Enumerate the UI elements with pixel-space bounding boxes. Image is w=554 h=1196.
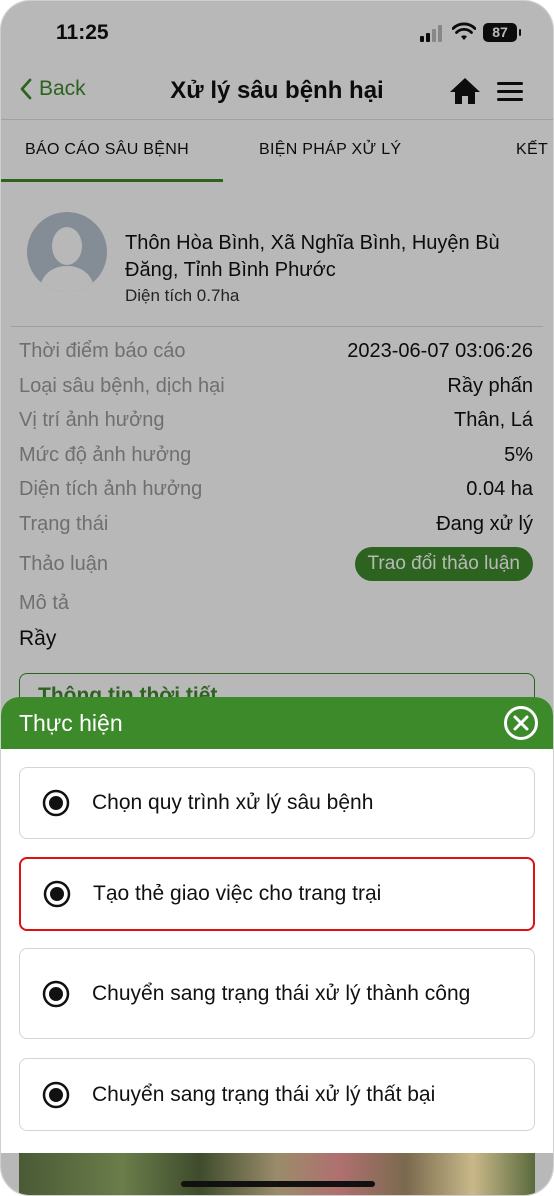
crop-photo [19, 1151, 535, 1195]
option-label: Chuyển sang trạng thái xử lý thành công [92, 981, 471, 1005]
radio-selected-icon [42, 1081, 70, 1108]
radio-selected-icon [42, 980, 70, 1007]
radio-selected-icon [42, 789, 70, 817]
radio-selected-icon [43, 880, 71, 908]
option-label: Chuyển sang trạng thái xử lý thất bại [92, 1082, 436, 1106]
home-indicator[interactable] [181, 1181, 375, 1187]
option-label: Chọn quy trình xử lý sâu bệnh [92, 791, 374, 814]
option-label: Tạo thẻ giao việc cho trang trại [93, 882, 382, 905]
phone-screen: 11:25 87 Xử lý sâu bệnh hại Back BÁO CÁO… [0, 0, 554, 1196]
option-mark-success[interactable]: Chuyển sang trạng thái xử lý thành công [19, 948, 535, 1039]
action-sheet-title: Thực hiện [19, 710, 123, 736]
action-sheet-header: Thực hiện [1, 697, 553, 749]
close-circle-icon[interactable] [503, 705, 539, 741]
option-select-process[interactable]: Chọn quy trình xử lý sâu bệnh [19, 767, 535, 839]
option-create-task-card[interactable]: Tạo thẻ giao việc cho trang trại [19, 857, 535, 931]
action-sheet: Thực hiện Chọn quy trình xử lý sâu bệnh … [1, 697, 553, 1153]
option-mark-failure[interactable]: Chuyển sang trạng thái xử lý thất bại [19, 1058, 535, 1131]
